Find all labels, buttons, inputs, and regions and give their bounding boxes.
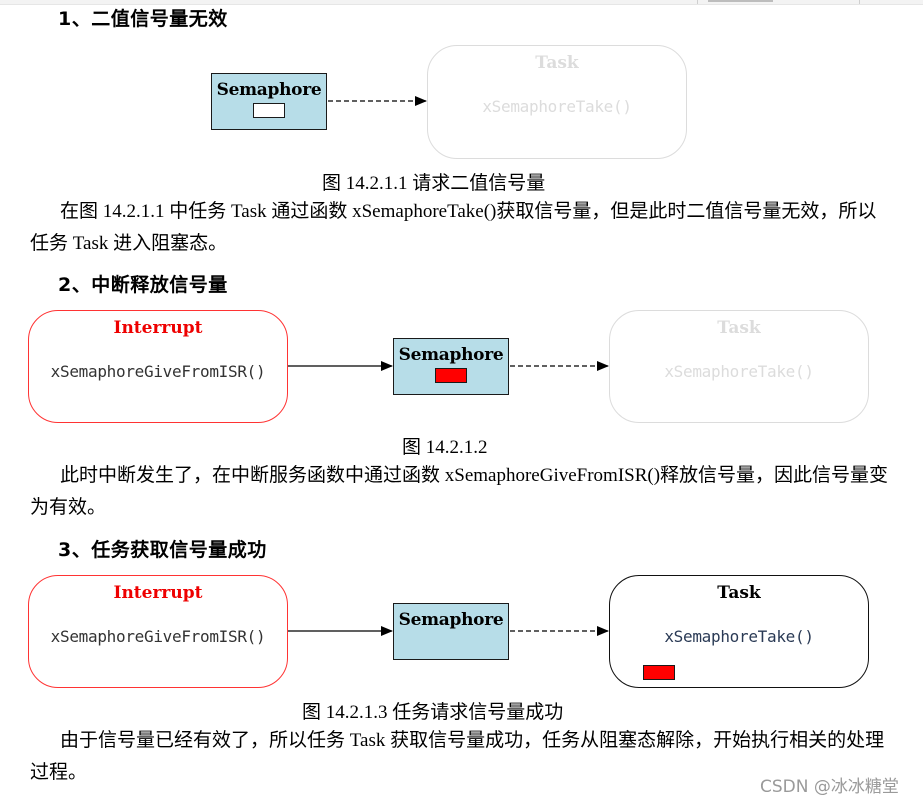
- watermark: CSDN @冰冰糖堂: [760, 777, 899, 797]
- diagram-arrows: [288, 96, 609, 636]
